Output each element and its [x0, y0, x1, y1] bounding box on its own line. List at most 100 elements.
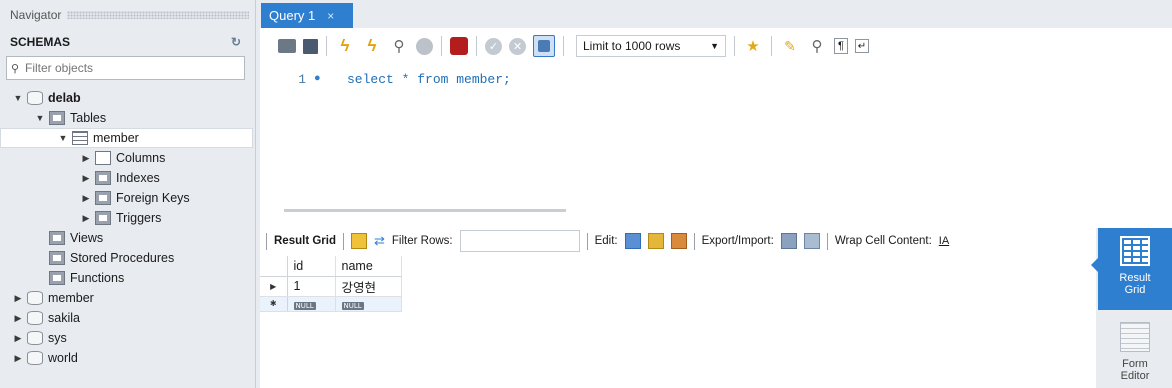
refresh-schemas-icon[interactable]: ↻ — [231, 35, 241, 49]
tree-label: Views — [70, 231, 104, 245]
edit-row-icon[interactable] — [624, 233, 641, 249]
tree-views[interactable]: Views — [0, 228, 255, 248]
edit-label: Edit: — [594, 235, 618, 247]
collapse-arrow-icon[interactable]: ▼ — [12, 93, 24, 103]
invisible-chars-icon[interactable]: ¶ — [834, 38, 848, 54]
rollback-icon[interactable]: ✕ — [509, 37, 526, 55]
filter-rows-input[interactable] — [459, 230, 580, 252]
line-number: 1 — [298, 71, 306, 87]
tree-functions[interactable]: Functions — [0, 268, 255, 288]
views-folder-icon — [49, 231, 65, 245]
cell-id[interactable]: 1 — [287, 276, 336, 297]
tree-stored-procedures[interactable]: Stored Procedures — [0, 248, 255, 268]
toolbar-separator — [342, 232, 344, 250]
limit-rows-select[interactable]: Limit to 1000 rows ▼ — [576, 35, 726, 57]
open-file-icon[interactable] — [278, 39, 296, 53]
expand-arrow-icon[interactable]: ▶ — [80, 213, 92, 224]
indexes-folder-icon — [95, 171, 111, 185]
tree-schema-sys[interactable]: ▶ sys — [0, 328, 255, 348]
tree-foreign-keys[interactable]: ▶ Foreign Keys — [0, 188, 255, 208]
toolbar-separator — [326, 36, 327, 56]
tree-schema-delab[interactable]: ▼ delab — [0, 88, 255, 108]
schema-tree: ▼ delab ▼ Tables ▼ member ▶ Columns ▶ In… — [0, 88, 255, 368]
delete-row-icon[interactable] — [670, 233, 687, 249]
tree-indexes[interactable]: ▶ Indexes — [0, 168, 255, 188]
result-grid-icon — [1120, 236, 1150, 266]
toolbar-separator — [266, 232, 267, 250]
explain-icon[interactable]: ⚲ — [389, 36, 409, 56]
cell-name[interactable]: 강영현 — [335, 276, 402, 297]
filter-rows-label: Filter Rows: — [391, 235, 453, 247]
drag-grip[interactable] — [67, 11, 249, 19]
wrap-cell-label: Wrap Cell Content: — [834, 235, 932, 247]
table-row[interactable]: ▶ 1 강영현 — [260, 276, 402, 297]
save-icon[interactable] — [303, 38, 318, 54]
tab-query-1[interactable]: Query 1 × — [261, 3, 353, 28]
horizontal-scrollbar[interactable] — [284, 209, 566, 212]
export-icon[interactable] — [780, 233, 797, 249]
expand-arrow-icon[interactable]: ▶ — [80, 153, 92, 164]
triggers-folder-icon — [95, 211, 111, 225]
tree-triggers[interactable]: ▶ Triggers — [0, 208, 255, 228]
filter-objects-input[interactable] — [25, 61, 225, 75]
beautify-icon[interactable]: ✎ — [780, 36, 800, 56]
column-header-name[interactable]: name — [335, 256, 402, 277]
tree-schema-sakila[interactable]: ▶ sakila — [0, 308, 255, 328]
new-row[interactable]: ✱ NULL NULL — [260, 296, 402, 312]
stop-on-error-icon[interactable] — [450, 37, 468, 55]
collapse-arrow-icon[interactable]: ▼ — [57, 133, 69, 143]
tree-label: Stored Procedures — [70, 251, 175, 265]
filter-objects-box[interactable]: ⚲ — [6, 56, 245, 80]
grid-layout-icon[interactable] — [350, 233, 367, 249]
commit-icon[interactable]: ✓ — [485, 37, 502, 55]
toolbar-separator — [441, 36, 442, 56]
execute-current-icon[interactable]: ϟ — [362, 36, 382, 56]
query-tab-strip: Query 1 × — [257, 0, 1172, 28]
execute-icon[interactable]: ϟ — [335, 36, 355, 56]
autocommit-toggle-icon[interactable] — [533, 35, 555, 57]
expand-arrow-icon[interactable]: ▶ — [80, 193, 92, 204]
find-icon[interactable]: ⚲ — [807, 36, 827, 56]
tree-table-member[interactable]: ▼ member — [0, 128, 253, 148]
result-grid-view-button[interactable]: Result Grid — [1091, 228, 1172, 310]
navigator-panel: Navigator SCHEMAS ↻ ⚲ ▼ delab ▼ Tables ▼ — [0, 0, 256, 388]
word-wrap-icon[interactable]: ↵ — [855, 39, 869, 53]
expand-arrow-icon[interactable]: ▶ — [12, 353, 24, 364]
refresh-icon[interactable]: ⇄ — [374, 233, 385, 249]
expand-arrow-icon[interactable]: ▶ — [12, 313, 24, 324]
tree-label: Columns — [116, 151, 166, 165]
expand-arrow-icon[interactable]: ▶ — [12, 293, 24, 304]
wrap-cell-icon[interactable]: IA — [939, 235, 949, 247]
tree-label: sakila — [48, 311, 80, 325]
expand-arrow-icon[interactable]: ▶ — [80, 173, 92, 184]
table-icon — [72, 131, 88, 145]
cell-id-null[interactable]: NULL — [287, 296, 336, 312]
insert-row-icon[interactable] — [647, 233, 664, 249]
null-badge: NULL — [293, 301, 316, 310]
tree-columns[interactable]: ▶ Columns — [0, 148, 255, 168]
tree-tables[interactable]: ▼ Tables — [0, 108, 255, 128]
functions-folder-icon — [49, 271, 65, 285]
workbench-window: Navigator SCHEMAS ↻ ⚲ ▼ delab ▼ Tables ▼ — [0, 0, 1172, 388]
expand-arrow-icon[interactable]: ▶ — [12, 333, 24, 344]
code-line-1[interactable]: 1 ● select * from member; — [260, 70, 1172, 88]
procedures-folder-icon — [49, 251, 65, 265]
column-header-id[interactable]: id — [287, 256, 336, 277]
tree-schema-world[interactable]: ▶ world — [0, 348, 255, 368]
tree-label: member — [93, 131, 139, 145]
limit-rows-value: Limit to 1000 rows — [583, 39, 681, 53]
collapse-arrow-icon[interactable]: ▼ — [34, 113, 46, 123]
grid-header-row: id name — [260, 256, 402, 277]
form-editor-view-button[interactable]: Form Editor — [1098, 314, 1172, 388]
import-icon[interactable] — [803, 233, 820, 249]
close-tab-icon[interactable]: × — [327, 9, 334, 23]
cell-name-null[interactable]: NULL — [335, 296, 402, 312]
row-header-corner — [260, 256, 288, 277]
result-panel: Result Grid ⇄ Filter Rows: Edit: Export/… — [260, 228, 1096, 388]
tree-schema-member[interactable]: ▶ member — [0, 288, 255, 308]
stop-icon[interactable] — [416, 37, 433, 55]
toolbar-separator — [734, 36, 735, 56]
tree-label: delab — [48, 91, 81, 105]
sql-code[interactable]: select * from member; — [347, 72, 511, 87]
add-snippet-icon[interactable]: ★ — [743, 36, 763, 56]
